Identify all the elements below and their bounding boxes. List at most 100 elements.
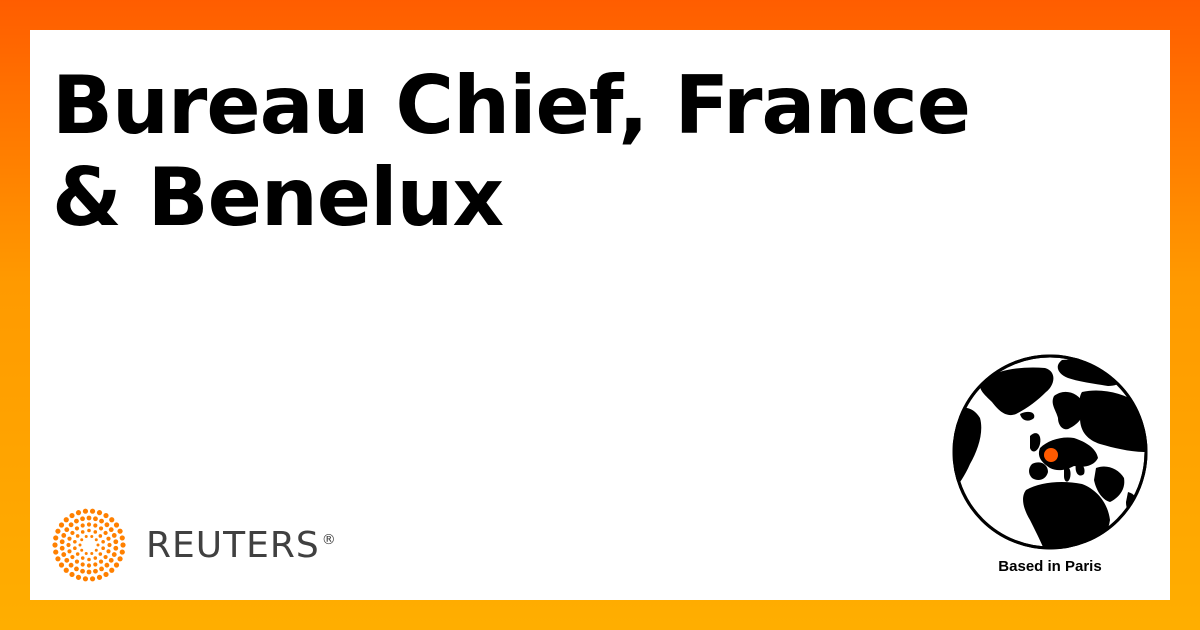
logo-dot (74, 518, 79, 524)
logo-dot (106, 549, 111, 554)
logo-dot (113, 545, 119, 551)
logo-dot (119, 549, 125, 555)
logo-dot (98, 526, 104, 531)
logo-dot (53, 549, 59, 555)
logo-dot (89, 508, 96, 514)
logo-dot (90, 534, 94, 538)
logo-dot (93, 523, 98, 528)
logo-dot (104, 562, 110, 568)
brand-name: REUTERS (146, 524, 320, 566)
logo-dot (93, 568, 98, 574)
reuters-dot-ring-icon (52, 508, 126, 582)
location-globe (950, 352, 1150, 552)
logo-dot (98, 559, 104, 564)
logo-dot (117, 528, 123, 534)
logo-dot (111, 533, 117, 538)
logo-dot (52, 542, 58, 548)
location-caption: Based in Paris (998, 558, 1102, 575)
logo-dot (75, 574, 82, 580)
logo-dot (103, 530, 108, 536)
brand-wordmark: REUTERS ® (146, 525, 337, 566)
logo-dot (59, 539, 65, 545)
registered-mark: ® (321, 531, 337, 548)
logo-dot (74, 526, 80, 531)
logo-dot (69, 512, 75, 519)
logo-dot (66, 542, 71, 548)
logo-dot (75, 552, 80, 556)
logo-dot (93, 556, 98, 560)
logo-dot (82, 508, 89, 514)
logo-dot (61, 533, 67, 538)
logo-dot (90, 552, 94, 556)
logo-dot (96, 510, 103, 516)
logo-dot (80, 568, 85, 574)
location-marker-icon (1044, 448, 1058, 462)
logo-dot (80, 556, 85, 560)
logo-dot (67, 536, 72, 541)
logo-dot (106, 536, 111, 541)
logo-dot (59, 545, 65, 551)
logo-dot (87, 528, 91, 533)
logo-dot (73, 546, 77, 551)
logo-dot (87, 557, 91, 562)
logo-dot (104, 522, 110, 528)
logo-dot (108, 527, 114, 533)
logo-dot (84, 552, 88, 556)
logo-dot (80, 562, 85, 567)
logo-dot (74, 566, 79, 572)
logo-dot (93, 530, 98, 534)
logo-dot (99, 518, 104, 524)
logo-dot (113, 562, 120, 568)
logo-dot (55, 528, 61, 534)
logo-dot (99, 566, 104, 572)
logo-dot (96, 574, 103, 580)
logo-dot (69, 571, 75, 578)
logo-dot (63, 567, 69, 573)
logo-dot (75, 534, 80, 538)
logo-dot (75, 510, 82, 516)
logo-dot (70, 530, 75, 536)
logo-dot (55, 556, 61, 562)
logo-dot (119, 535, 125, 541)
logo-dot (98, 534, 103, 538)
logo-dot (113, 539, 119, 545)
logo-dot (108, 557, 114, 563)
card: Bureau Chief, France & Benelux REUTERS® (30, 30, 1170, 600)
logo-dot (113, 522, 120, 528)
logo-dot (103, 554, 108, 560)
logo-dot (80, 530, 85, 534)
logo-dot (94, 538, 98, 542)
logo-dot (86, 563, 92, 568)
logo-dot (68, 562, 74, 568)
logo-dot (63, 517, 69, 523)
logo-dot (86, 522, 92, 527)
logo-dot (53, 535, 59, 541)
logo-dot (107, 542, 112, 548)
logo-dot (80, 538, 84, 542)
logo-dot (101, 539, 105, 544)
logo-dot (64, 527, 70, 533)
job-title: Bureau Chief, France & Benelux (52, 59, 971, 244)
logo-dot (96, 543, 100, 547)
logo-dot (68, 522, 74, 528)
logo-dot (86, 515, 92, 521)
logo-dot (74, 559, 80, 564)
logo-dot (61, 552, 67, 557)
logo-dot (73, 539, 77, 544)
logo-dot (64, 557, 70, 563)
logo-dot (117, 556, 123, 562)
logo-dot (93, 516, 98, 522)
logo-dot (82, 576, 89, 582)
logo-dot (80, 516, 85, 522)
logo-dot (103, 512, 109, 519)
logo-dot (67, 549, 72, 554)
globe-icon (952, 354, 1148, 550)
logo-dot (111, 552, 117, 557)
reuters-logo: REUTERS ® (50, 506, 360, 584)
logo-dot (101, 546, 105, 551)
logo-dot (70, 554, 75, 560)
logo-dot (109, 517, 115, 523)
logo-dot (98, 552, 103, 556)
logo-dot (80, 548, 84, 552)
logo-dot (86, 569, 92, 575)
